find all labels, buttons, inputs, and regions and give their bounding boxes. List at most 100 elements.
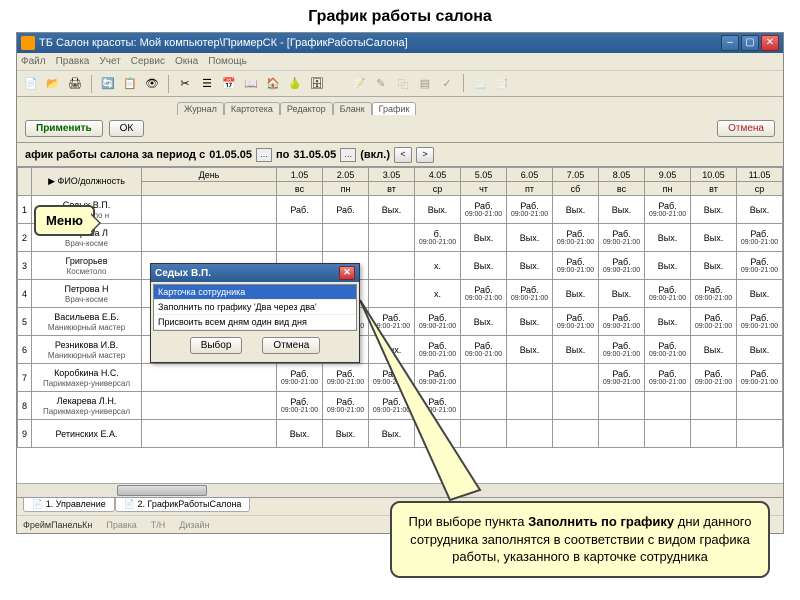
menu-service[interactable]: Сервис bbox=[131, 56, 165, 67]
schedule-cell[interactable]: Вых. bbox=[415, 420, 461, 448]
schedule-cell[interactable]: Раб.09:00-21:00 bbox=[599, 336, 645, 364]
employee-name-cell[interactable]: Коробкина Н.С.Парикмахер-универсал bbox=[32, 364, 142, 392]
schedule-cell[interactable] bbox=[277, 224, 323, 252]
schedule-cell[interactable] bbox=[599, 392, 645, 420]
stack-icon[interactable]: ▤ bbox=[415, 74, 435, 94]
schedule-cell[interactable]: Раб.09:00-21:00 bbox=[507, 196, 553, 224]
schedule-cell[interactable] bbox=[461, 392, 507, 420]
cancel-button[interactable]: Отмена bbox=[717, 120, 775, 137]
schedule-cell[interactable]: Раб.09:00-21:00 bbox=[277, 364, 323, 392]
schedule-cell[interactable]: Вых. bbox=[507, 336, 553, 364]
form-icon[interactable]: 📝 bbox=[349, 74, 369, 94]
schedule-cell[interactable]: Вых. bbox=[691, 336, 737, 364]
schedule-cell[interactable] bbox=[369, 224, 415, 252]
minimize-button[interactable]: – bbox=[721, 35, 739, 51]
schedule-cell[interactable]: Раб.09:00-21:00 bbox=[691, 280, 737, 308]
form2-icon[interactable]: 📃 bbox=[470, 74, 490, 94]
schedule-cell[interactable] bbox=[507, 364, 553, 392]
schedule-cell[interactable] bbox=[369, 252, 415, 280]
schedule-cell[interactable] bbox=[461, 420, 507, 448]
schedule-cell[interactable]: Вых. bbox=[369, 336, 415, 364]
schedule-cell[interactable]: Вых. bbox=[553, 336, 599, 364]
popup-item-card[interactable]: Карточка сотрудника bbox=[154, 285, 356, 300]
schedule-cell[interactable]: Раб.09:00-21:00 bbox=[691, 364, 737, 392]
employee-name-cell[interactable]: Васильева Е.Б.Маникюрный мастер bbox=[32, 308, 142, 336]
schedule-cell[interactable]: Вых. bbox=[415, 196, 461, 224]
schedule-cell[interactable]: Вых. bbox=[691, 196, 737, 224]
schedule-cell[interactable] bbox=[507, 420, 553, 448]
schedule-cell[interactable]: Вых. bbox=[507, 224, 553, 252]
copy-icon[interactable]: ⿻ bbox=[393, 74, 413, 94]
schedule-cell[interactable]: Раб.09:00-21:00 bbox=[415, 308, 461, 336]
tab-kartoteka[interactable]: Картотека bbox=[224, 102, 280, 115]
book-icon[interactable]: 📖 bbox=[241, 74, 261, 94]
popup-select-button[interactable]: Выбор bbox=[190, 337, 243, 354]
schedule-cell[interactable] bbox=[553, 420, 599, 448]
horizontal-scrollbar[interactable] bbox=[17, 483, 783, 497]
pear-icon[interactable]: 🍐 bbox=[285, 74, 305, 94]
from-picker-button[interactable]: … bbox=[256, 148, 272, 162]
schedule-cell[interactable]: Вых. bbox=[553, 280, 599, 308]
edit-icon[interactable]: ✎ bbox=[371, 74, 391, 94]
prev-period-button[interactable]: < bbox=[394, 147, 412, 163]
to-picker-button[interactable]: … bbox=[340, 148, 356, 162]
schedule-cell[interactable]: Раб.09:00-21:00 bbox=[553, 308, 599, 336]
maximize-button[interactable]: ▢ bbox=[741, 35, 759, 51]
menu-edit[interactable]: Правка bbox=[56, 56, 90, 67]
schedule-cell[interactable]: Вых. bbox=[369, 420, 415, 448]
schedule-cell[interactable]: Раб.09:00-21:00 bbox=[461, 196, 507, 224]
tab-journal[interactable]: Журнал bbox=[177, 102, 224, 115]
schedule-cell[interactable]: Раб.09:00-21:00 bbox=[277, 392, 323, 420]
menu-file[interactable]: Файл bbox=[21, 56, 46, 67]
schedule-cell[interactable]: Раб.09:00-21:00 bbox=[599, 252, 645, 280]
schedule-cell[interactable]: Вых. bbox=[645, 224, 691, 252]
employee-name-cell[interactable]: Лекарева Л.Н.Парикмахер-универсал bbox=[32, 392, 142, 420]
schedule-cell[interactable]: Вых. bbox=[461, 224, 507, 252]
schedule-cell[interactable]: Вых. bbox=[599, 196, 645, 224]
bottom-tab-2[interactable]: 📄 2. ГрафикРаботыСалона bbox=[115, 498, 251, 512]
calendar-icon[interactable]: 📅 bbox=[219, 74, 239, 94]
employee-name-cell[interactable]: ГригорьевКосметоло bbox=[32, 252, 142, 280]
ok-button[interactable]: ОК bbox=[109, 120, 145, 137]
doc-icon[interactable]: 📋 bbox=[120, 74, 140, 94]
schedule-cell[interactable] bbox=[507, 392, 553, 420]
schedule-cell[interactable]: Раб.09:00-21:00 bbox=[415, 392, 461, 420]
refresh-icon[interactable]: 🔄 bbox=[98, 74, 118, 94]
employee-name-cell[interactable]: Петрова НВрач-косме bbox=[32, 280, 142, 308]
schedule-cell[interactable]: Раб.09:00-21:00 bbox=[599, 364, 645, 392]
popup-item-fill[interactable]: Заполнить по графику 'Два через два' bbox=[154, 300, 356, 315]
schedule-cell[interactable]: Раб.09:00-21:00 bbox=[369, 308, 415, 336]
print-icon[interactable]: 🖨 bbox=[65, 74, 85, 94]
apply-button[interactable]: Применить bbox=[25, 120, 103, 137]
schedule-cell[interactable]: Раб.09:00-21:00 bbox=[691, 308, 737, 336]
schedule-cell[interactable] bbox=[599, 420, 645, 448]
cut-icon[interactable]: ✂ bbox=[175, 74, 195, 94]
schedule-cell[interactable]: Вых. bbox=[737, 280, 783, 308]
menu-windows[interactable]: Окна bbox=[175, 56, 198, 67]
schedule-cell[interactable]: Вых. bbox=[369, 196, 415, 224]
menu-help[interactable]: Помощь bbox=[208, 56, 247, 67]
schedule-cell[interactable]: х. bbox=[415, 280, 461, 308]
schedule-cell[interactable] bbox=[369, 280, 415, 308]
popup-close-button[interactable]: ✕ bbox=[339, 266, 355, 280]
popup-item-assign[interactable]: Присвоить всем дням один вид дня bbox=[154, 315, 356, 330]
schedule-cell[interactable]: Вых. bbox=[737, 336, 783, 364]
schedule-cell[interactable]: Вых. bbox=[691, 224, 737, 252]
tab-redaktor[interactable]: Редактор bbox=[280, 102, 333, 115]
schedule-cell[interactable]: Раб.09:00-21:00 bbox=[645, 280, 691, 308]
popup-cancel-button[interactable]: Отмена bbox=[262, 337, 320, 354]
schedule-cell[interactable]: Раб.09:00-21:00 bbox=[645, 336, 691, 364]
menu-uchet[interactable]: Учет bbox=[99, 56, 120, 67]
view-icon[interactable]: 👁 bbox=[142, 74, 162, 94]
tab-blank[interactable]: Бланк bbox=[333, 102, 372, 115]
schedule-cell[interactable]: Вых. bbox=[461, 252, 507, 280]
schedule-cell[interactable] bbox=[691, 392, 737, 420]
schedule-cell[interactable] bbox=[461, 364, 507, 392]
schedule-cell[interactable]: Раб.09:00-21:00 bbox=[461, 336, 507, 364]
schedule-cell[interactable]: Раб.09:00-21:00 bbox=[553, 252, 599, 280]
schedule-cell[interactable]: Вых. bbox=[599, 280, 645, 308]
open-icon[interactable]: 📂 bbox=[43, 74, 63, 94]
schedule-cell[interactable]: Раб.09:00-21:00 bbox=[737, 308, 783, 336]
schedule-cell[interactable]: Вых. bbox=[277, 420, 323, 448]
employee-name-cell[interactable]: Резникова И.В.Маникюрный мастер bbox=[32, 336, 142, 364]
